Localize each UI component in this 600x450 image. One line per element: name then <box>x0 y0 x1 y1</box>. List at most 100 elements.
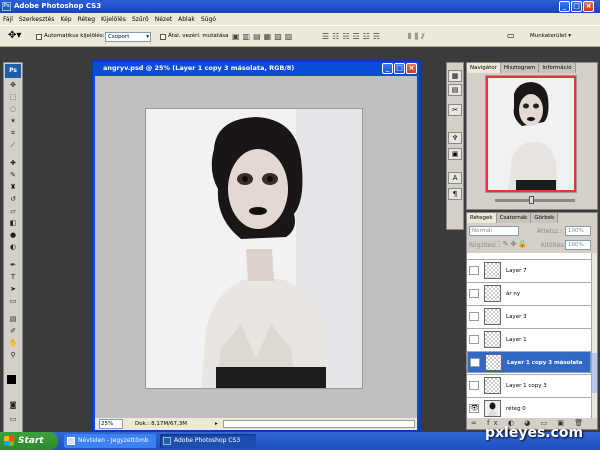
menu-edit[interactable]: Szerkesztés <box>19 16 55 23</box>
notes-tool-icon[interactable]: ▤ <box>7 315 19 324</box>
menu-help[interactable]: Súgó <box>201 16 216 23</box>
foreground-color-swatch[interactable] <box>7 375 16 384</box>
layers-scrollbar-thumb[interactable] <box>592 353 597 393</box>
lasso-tool-icon[interactable]: ◌ <box>7 105 19 114</box>
tool-presets-icon[interactable]: ✂ <box>448 104 462 116</box>
visibility-toggle-icon[interactable] <box>469 381 479 390</box>
shape-tool-icon[interactable]: ▭ <box>7 297 19 306</box>
blend-mode-dropdown[interactable]: Normál <box>469 226 519 236</box>
tab-curves[interactable]: Görbék <box>531 213 559 223</box>
layer-row[interactable]: Layer 1 <box>467 328 591 350</box>
close-button[interactable]: × <box>583 1 594 12</box>
fill-input[interactable]: 100% <box>565 240 591 250</box>
workspace-menu[interactable]: Munkaterület ▾ <box>530 33 571 39</box>
start-button[interactable]: Start <box>0 432 58 450</box>
zoom-tool-icon[interactable]: ⚲ <box>7 351 19 360</box>
show-transform-checkbox[interactable] <box>160 34 166 40</box>
navigator-thumbnail <box>488 78 574 190</box>
layer-row[interactable]: Layer 7 <box>467 259 591 281</box>
brush-tool-icon[interactable]: ✎ <box>7 171 19 180</box>
visibility-toggle-icon[interactable] <box>470 358 480 367</box>
menu-image[interactable]: Kép <box>60 16 71 23</box>
layer-row[interactable]: 👁 réteg 0 <box>467 397 591 418</box>
navigator-preview[interactable] <box>485 75 577 193</box>
screen-mode-icon[interactable]: ▭ <box>7 415 19 424</box>
eraser-tool-icon[interactable]: ▱ <box>7 207 19 216</box>
tab-info[interactable]: Információ <box>539 63 576 73</box>
visibility-toggle-icon[interactable] <box>469 312 479 321</box>
crop-tool-icon[interactable]: ⌗ <box>7 129 19 138</box>
taskbar-photoshop[interactable]: Adobe Photoshop CS3 <box>160 434 256 448</box>
toolbox: Ps ✥ ⬚ ◌ ✶ ⌗ ⟋ ✚ ✎ ♜ ↺ ▱ ◧ ● ◐ ✒ T ➤ ▭ ▤… <box>3 62 23 434</box>
menu-window[interactable]: Ablak <box>178 16 195 23</box>
history-brush-icon[interactable]: ↺ <box>7 195 19 204</box>
fill-label: Kitöltés: <box>541 242 566 249</box>
dodge-tool-icon[interactable]: ◐ <box>7 243 19 252</box>
history-panel-icon[interactable]: ♆ <box>448 132 462 144</box>
taskbar-notepad[interactable]: Névtelen - Jegyzettömb <box>64 434 156 448</box>
eyedropper-icon[interactable]: ✐ <box>7 327 19 336</box>
menu-bar: Fájl Szerkesztés Kép Réteg Kijelölés Szű… <box>0 13 600 25</box>
pen-tool-icon[interactable]: ✒ <box>7 261 19 270</box>
document-image[interactable] <box>145 108 363 389</box>
tab-layers[interactable]: Rétegek <box>467 213 497 223</box>
minimize-button[interactable]: _ <box>559 1 570 12</box>
align-buttons[interactable]: ▣▥▤▦▧▨ <box>232 32 295 41</box>
layers-scrollbar[interactable] <box>591 253 597 418</box>
brushes-panel-icon[interactable]: ▦ <box>448 70 462 82</box>
zoom-input[interactable]: 25% <box>99 419 123 429</box>
menu-layer[interactable]: Réteg <box>78 16 95 23</box>
paragraph-panel-icon[interactable]: ¶ <box>448 188 462 200</box>
tab-channels[interactable]: Csatornák <box>496 213 532 223</box>
visibility-toggle-icon[interactable] <box>469 289 479 298</box>
actions-panel-icon[interactable]: ▣ <box>448 148 462 160</box>
hand-tool-icon[interactable]: ✋ <box>7 339 19 348</box>
healing-brush-icon[interactable]: ✚ <box>7 159 19 168</box>
doc-minimize-button[interactable]: _ <box>382 63 393 74</box>
visibility-toggle-icon[interactable] <box>469 335 479 344</box>
auto-select-checkbox[interactable] <box>36 34 42 40</box>
layer-name: Layer 1 copy 3 <box>506 383 547 389</box>
visibility-toggle-icon[interactable] <box>469 266 479 275</box>
magic-wand-icon[interactable]: ✶ <box>7 117 19 126</box>
layer-name: Layer 1 <box>506 337 527 343</box>
clone-stamp-icon[interactable]: ♜ <box>7 183 19 192</box>
layer-row-selected[interactable]: Layer 1 copy 3 másolata <box>467 351 591 373</box>
quick-mask-icon[interactable]: ◙ <box>7 401 19 410</box>
swatches-panel-icon[interactable]: ▤ <box>448 84 462 96</box>
path-selection-icon[interactable]: ➤ <box>7 285 19 294</box>
navigator-view-box[interactable] <box>486 76 576 192</box>
maximize-button[interactable]: □ <box>571 1 582 12</box>
distribute-horizontal-buttons[interactable]: ⫴⫼⫽ <box>408 32 428 42</box>
menu-file[interactable]: Fájl <box>3 16 13 23</box>
status-menu-arrow-icon[interactable]: ▸ <box>215 418 218 430</box>
visibility-toggle-icon[interactable]: 👁 <box>469 404 479 413</box>
navigator-slider-handle[interactable] <box>529 196 534 204</box>
layer-row[interactable]: Layer 1 copy 3 <box>467 374 591 396</box>
horizontal-scrollbar[interactable] <box>223 420 415 428</box>
move-tool-icon[interactable]: ✥▾ <box>8 30 21 41</box>
slice-tool-icon[interactable]: ⟋ <box>7 141 19 150</box>
tab-histogram[interactable]: Hisztogram <box>500 63 540 73</box>
move-tool-icon[interactable]: ✥ <box>7 81 19 90</box>
auto-select-dropdown[interactable]: Csoport ▾ <box>105 32 151 42</box>
menu-select[interactable]: Kijelölés <box>101 16 126 23</box>
blur-tool-icon[interactable]: ● <box>7 231 19 240</box>
tab-navigator[interactable]: Navigátor <box>467 63 501 73</box>
doc-close-button[interactable]: × <box>406 63 417 74</box>
character-panel-icon[interactable]: A <box>448 172 462 184</box>
layer-row[interactable]: Layer 3 <box>467 305 591 327</box>
marquee-tool-icon[interactable]: ⬚ <box>7 93 19 102</box>
menu-filter[interactable]: Szűrő <box>132 16 149 23</box>
menu-view[interactable]: Nézet <box>155 16 172 23</box>
lock-icons[interactable]: ⬚✎✥🔒 <box>494 240 529 248</box>
navigator-zoom-slider[interactable] <box>495 199 575 202</box>
canvas-area[interactable] <box>95 76 417 418</box>
opacity-input[interactable]: 100% <box>565 226 591 236</box>
layer-row[interactable]: ár ny <box>467 282 591 304</box>
distribute-buttons[interactable]: ☰☷☵☲☳☴ <box>322 32 383 41</box>
gradient-tool-icon[interactable]: ◧ <box>7 219 19 228</box>
doc-maximize-button[interactable]: □ <box>394 63 405 74</box>
notepad-icon <box>67 437 75 445</box>
type-tool-icon[interactable]: T <box>7 273 19 282</box>
